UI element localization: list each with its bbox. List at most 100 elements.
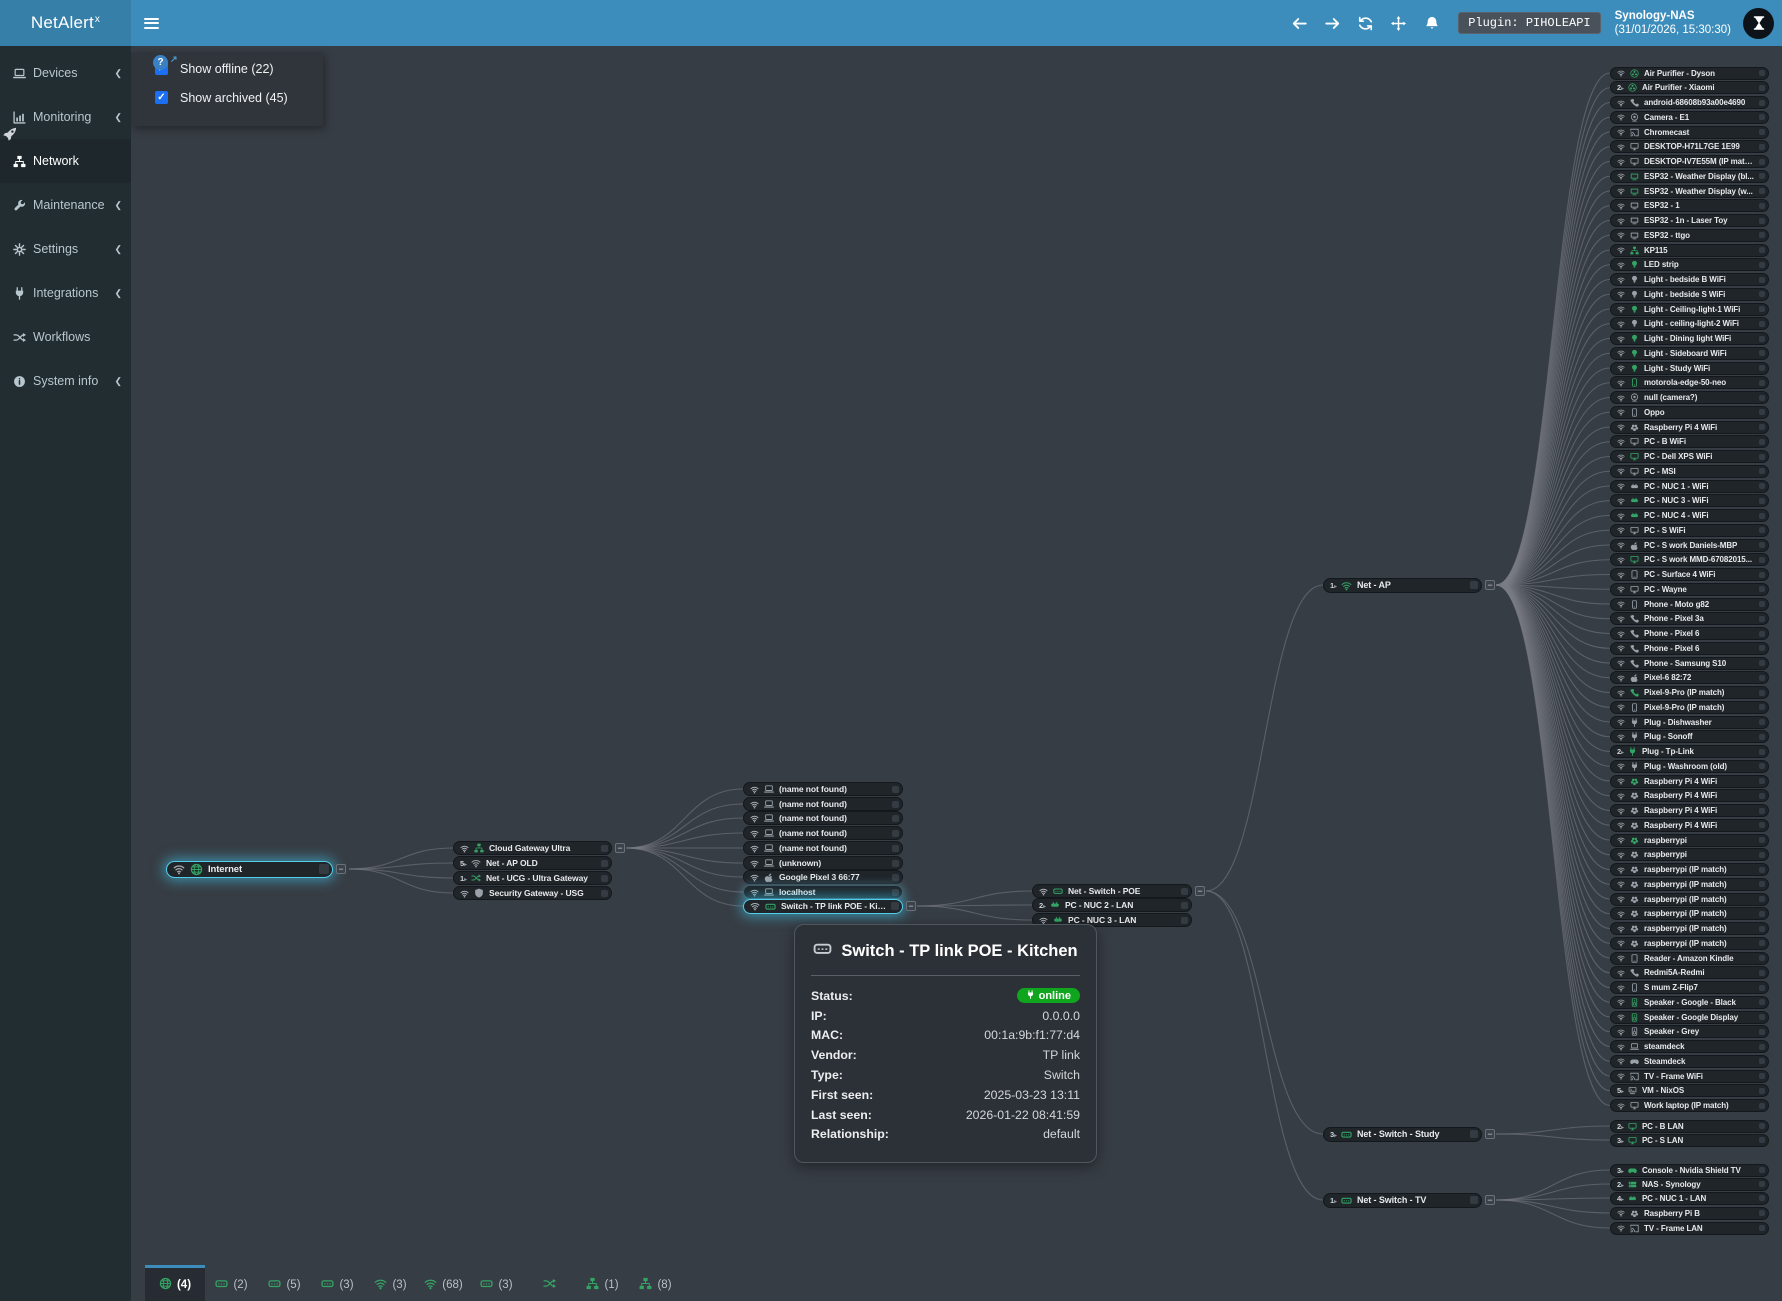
back-button[interactable]: [1283, 0, 1316, 46]
device-node[interactable]: Light - bedside S WiFi: [1610, 288, 1769, 301]
device-node[interactable]: Plug - Washroom (old): [1610, 760, 1769, 773]
device-node[interactable]: raspberrypi (IP match): [1610, 863, 1769, 876]
device-node[interactable]: Google Pixel 3 66:77: [743, 870, 903, 884]
device-node[interactable]: ESP32 - 1n - Laser Toy: [1610, 214, 1769, 227]
device-node[interactable]: steamdeck: [1610, 1040, 1769, 1053]
device-node[interactable]: raspberrypi (IP match): [1610, 937, 1769, 950]
device-node[interactable]: 1▸Net - AP: [1323, 578, 1482, 593]
device-node[interactable]: PC - Surface 4 WiFi: [1610, 568, 1769, 581]
device-node[interactable]: Plug - Dishwasher: [1610, 716, 1769, 729]
device-node[interactable]: Air Purifier - Dyson: [1610, 67, 1769, 80]
device-node[interactable]: 1▸Net - Switch - TV: [1323, 1193, 1482, 1208]
device-node[interactable]: Pixel-6 82:72: [1610, 671, 1769, 684]
device-node[interactable]: ESP32 - 1: [1610, 199, 1769, 212]
device-node[interactable]: ESP32 - ttgo: [1610, 229, 1769, 242]
device-node[interactable]: Light - ceiling-light-2 WiFi: [1610, 317, 1769, 330]
device-node[interactable]: 5▸Net - AP OLD: [453, 856, 612, 870]
tab-switch-3[interactable]: (3): [311, 1265, 364, 1301]
sidebar-item-maintenance[interactable]: Maintenance❮: [0, 183, 131, 227]
collapse-node-button[interactable]: −: [615, 843, 625, 853]
device-node[interactable]: PC - S work MMD-67082015...: [1610, 553, 1769, 566]
user-avatar[interactable]: [1743, 8, 1774, 39]
tab-switch-6[interactable]: (3): [470, 1265, 523, 1301]
sidebar-item-devices[interactable]: Devices❮: [0, 51, 131, 95]
device-node[interactable]: TV - Frame LAN: [1610, 1222, 1769, 1235]
sidebar-item-monitoring[interactable]: Monitoring❮: [0, 95, 131, 139]
device-node[interactable]: PC - NUC 3 - WiFi: [1610, 494, 1769, 507]
device-node[interactable]: DESKTOP-IV7E55M (IP match): [1610, 155, 1769, 168]
device-node[interactable]: (name not found): [743, 826, 903, 840]
tab-wifi-5[interactable]: (68): [417, 1265, 470, 1301]
device-node[interactable]: 2▸PC - NUC 2 - LAN: [1032, 898, 1192, 912]
update-rocket-icon[interactable]: [2, 126, 18, 147]
device-node[interactable]: motorola-edge-50-neo: [1610, 376, 1769, 389]
device-node[interactable]: Phone - Pixel 6: [1610, 642, 1769, 655]
device-node[interactable]: 3▸Console - Nvidia Shield TV: [1610, 1164, 1769, 1177]
collapse-node-button[interactable]: −: [336, 864, 346, 874]
notifications-bell-icon[interactable]: [1415, 0, 1448, 46]
device-node[interactable]: (name not found): [743, 811, 903, 825]
device-node[interactable]: Camera - E1: [1610, 111, 1769, 124]
device-node[interactable]: Raspberry Pi 4 WiFi: [1610, 775, 1769, 788]
external-link-icon[interactable]: ↗: [170, 54, 178, 65]
device-node[interactable]: raspberrypi (IP match): [1610, 893, 1769, 906]
device-node[interactable]: Oppo: [1610, 406, 1769, 419]
refresh-button[interactable]: [1349, 0, 1382, 46]
pan-mode-button[interactable]: [1382, 0, 1415, 46]
device-node[interactable]: Light - Study WiFi: [1610, 362, 1769, 375]
tab-globe-0[interactable]: (4): [145, 1265, 205, 1301]
device-node[interactable]: Raspberry Pi 4 WiFi: [1610, 804, 1769, 817]
device-node[interactable]: 4▸PC - NUC 1 - LAN: [1610, 1192, 1769, 1205]
device-node[interactable]: PC - Dell XPS WiFi: [1610, 450, 1769, 463]
device-node[interactable]: Speaker - Grey: [1610, 1025, 1769, 1038]
device-node[interactable]: Raspberry Pi 4 WiFi: [1610, 789, 1769, 802]
device-node[interactable]: PC - S work Daniels-MBP: [1610, 539, 1769, 552]
device-node[interactable]: Net - Switch - POE: [1032, 884, 1192, 898]
device-node[interactable]: TV - Frame WiFi: [1610, 1070, 1769, 1083]
collapse-node-button[interactable]: −: [1485, 1129, 1495, 1139]
device-node[interactable]: Steamdeck: [1610, 1055, 1769, 1068]
device-node[interactable]: LED strip: [1610, 258, 1769, 271]
device-node[interactable]: PC - NUC 4 - WiFi: [1610, 509, 1769, 522]
device-node[interactable]: raspberrypi: [1610, 848, 1769, 861]
tab-sitemap-8[interactable]: (1): [576, 1265, 629, 1301]
device-node[interactable]: (unknown): [743, 856, 903, 870]
device-node[interactable]: Cloud Gateway Ultra: [453, 841, 612, 855]
device-node[interactable]: Reader - Amazon Kindle: [1610, 952, 1769, 965]
device-node[interactable]: Light - Ceiling-light-1 WiFi: [1610, 303, 1769, 316]
device-node[interactable]: 3▸Net - Switch - Study: [1323, 1127, 1482, 1142]
device-node[interactable]: 1▸Net - UCG - Ultra Gateway: [453, 871, 612, 885]
show-archived-checkbox[interactable]: ✓: [155, 91, 168, 104]
device-node[interactable]: Raspberry Pi 4 WiFi: [1610, 421, 1769, 434]
collapse-node-button[interactable]: −: [906, 901, 916, 911]
device-node[interactable]: DESKTOP-H71L7GE 1E99: [1610, 140, 1769, 153]
device-node[interactable]: Phone - Samsung S10: [1610, 657, 1769, 670]
device-node[interactable]: 3▸PC - S LAN: [1610, 1134, 1769, 1147]
device-node[interactable]: 2▸Plug - Tp-Link: [1610, 745, 1769, 758]
device-node[interactable]: PC - NUC 1 - WiFi: [1610, 480, 1769, 493]
device-node[interactable]: Pixel-9-Pro (IP match): [1610, 701, 1769, 714]
device-node[interactable]: Speaker - Google Display: [1610, 1011, 1769, 1024]
device-node[interactable]: 2▸PC - B LAN: [1610, 1120, 1769, 1133]
device-node[interactable]: 5▸VM - NixOS: [1610, 1084, 1769, 1097]
device-node[interactable]: Internet: [166, 861, 333, 878]
device-node[interactable]: null (camera?): [1610, 391, 1769, 404]
tab-switch-1[interactable]: (2): [205, 1265, 258, 1301]
tab-shuffle-7[interactable]: [523, 1265, 576, 1301]
device-node[interactable]: PC - S WiFi: [1610, 524, 1769, 537]
device-node[interactable]: (name not found): [743, 782, 903, 796]
help-icon[interactable]: ?: [153, 55, 168, 70]
collapse-node-button[interactable]: −: [1485, 580, 1495, 590]
device-node[interactable]: ESP32 - Weather Display (w...: [1610, 185, 1769, 198]
device-node[interactable]: PC - MSI: [1610, 465, 1769, 478]
sidebar-item-network[interactable]: Network: [0, 139, 131, 183]
device-node[interactable]: KP115: [1610, 244, 1769, 257]
device-node[interactable]: Speaker - Google - Black: [1610, 996, 1769, 1009]
sidebar-item-settings[interactable]: Settings❮: [0, 227, 131, 271]
device-node[interactable]: Chromecast: [1610, 126, 1769, 139]
sidebar-item-workflows[interactable]: Workflows: [0, 315, 131, 359]
device-node[interactable]: raspberrypi (IP match): [1610, 922, 1769, 935]
menu-toggle-icon[interactable]: [131, 0, 171, 46]
device-node[interactable]: (name not found): [743, 841, 903, 855]
device-node[interactable]: Phone - Pixel 6: [1610, 627, 1769, 640]
